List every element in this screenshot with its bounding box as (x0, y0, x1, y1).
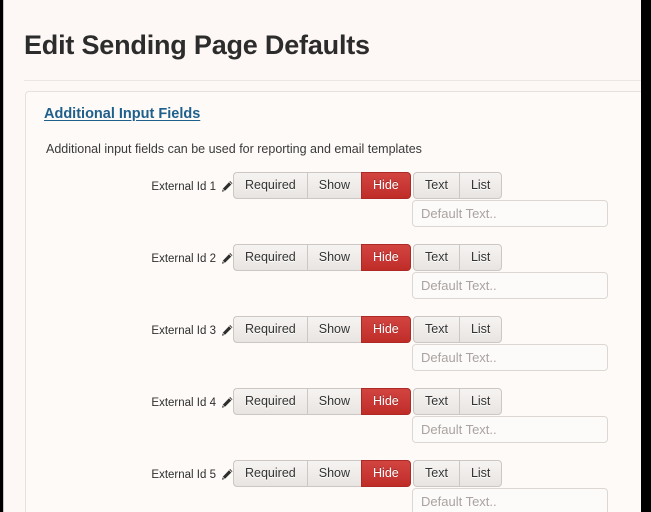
additional-input-fields-link[interactable]: Additional Input Fields (44, 106, 200, 122)
visibility-button-group: Required Show Hide (233, 460, 411, 487)
pencil-icon[interactable] (220, 396, 234, 410)
pencil-icon[interactable] (220, 180, 234, 194)
required-button[interactable]: Required (233, 460, 307, 487)
list-button[interactable]: List (458, 172, 503, 199)
text-button[interactable]: Text (413, 460, 459, 487)
datatype-button-group: Text List (413, 316, 503, 343)
show-button[interactable]: Show (306, 388, 362, 415)
pencil-icon[interactable] (220, 252, 234, 266)
field-row-1: External Id 1 Required Show Hide Text Li… (26, 172, 641, 244)
hide-button[interactable]: Hide (361, 172, 411, 199)
panel-description: Additional input fields can be used for … (46, 142, 422, 156)
text-button[interactable]: Text (413, 244, 459, 271)
required-button[interactable]: Required (233, 172, 307, 199)
title-divider (24, 80, 641, 81)
field-label: External Id 5 (151, 469, 216, 481)
show-button[interactable]: Show (306, 460, 362, 487)
visibility-button-group: Required Show Hide (233, 172, 411, 199)
list-button[interactable]: List (458, 460, 503, 487)
default-text-input[interactable] (412, 344, 608, 371)
page-container: Edit Sending Page Defaults Additional In… (4, 0, 641, 512)
text-button[interactable]: Text (413, 388, 459, 415)
datatype-button-group: Text List (413, 172, 503, 199)
field-label: External Id 2 (151, 253, 216, 265)
default-text-input[interactable] (412, 272, 608, 299)
show-button[interactable]: Show (306, 172, 362, 199)
text-button[interactable]: Text (413, 316, 459, 343)
list-button[interactable]: List (458, 316, 503, 343)
field-rows-list: External Id 1 Required Show Hide Text Li… (26, 172, 641, 512)
field-label: External Id 3 (151, 325, 216, 337)
required-button[interactable]: Required (233, 244, 307, 271)
show-button[interactable]: Show (306, 316, 362, 343)
hide-button[interactable]: Hide (361, 460, 411, 487)
hide-button[interactable]: Hide (361, 244, 411, 271)
field-row-4: External Id 4 Required Show Hide Text Li… (26, 388, 641, 460)
list-button[interactable]: List (458, 388, 503, 415)
show-button[interactable]: Show (306, 244, 362, 271)
default-text-input[interactable] (412, 416, 608, 443)
hide-button[interactable]: Hide (361, 316, 411, 343)
datatype-button-group: Text List (413, 460, 503, 487)
required-button[interactable]: Required (233, 388, 307, 415)
field-row-2: External Id 2 Required Show Hide Text Li… (26, 244, 641, 316)
hide-button[interactable]: Hide (361, 388, 411, 415)
list-button[interactable]: List (458, 244, 503, 271)
window-left-border (3, 0, 4, 512)
required-button[interactable]: Required (233, 316, 307, 343)
visibility-button-group: Required Show Hide (233, 316, 411, 343)
screenshot-frame: Edit Sending Page Defaults Additional In… (0, 0, 651, 512)
page-title: Edit Sending Page Defaults (24, 30, 370, 60)
text-button[interactable]: Text (413, 172, 459, 199)
datatype-button-group: Text List (413, 388, 503, 415)
default-text-input[interactable] (412, 488, 608, 512)
pencil-icon[interactable] (220, 324, 234, 338)
visibility-button-group: Required Show Hide (233, 388, 411, 415)
visibility-button-group: Required Show Hide (233, 244, 411, 271)
pencil-icon[interactable] (220, 468, 234, 482)
default-text-input[interactable] (412, 200, 608, 227)
field-label: External Id 1 (151, 181, 216, 193)
field-label: External Id 4 (151, 397, 216, 409)
field-row-5: External Id 5 Required Show Hide Text Li… (26, 460, 641, 512)
additional-input-fields-panel: Additional Input Fields Additional input… (25, 91, 641, 512)
field-row-3: External Id 3 Required Show Hide Text Li… (26, 316, 641, 388)
datatype-button-group: Text List (413, 244, 503, 271)
